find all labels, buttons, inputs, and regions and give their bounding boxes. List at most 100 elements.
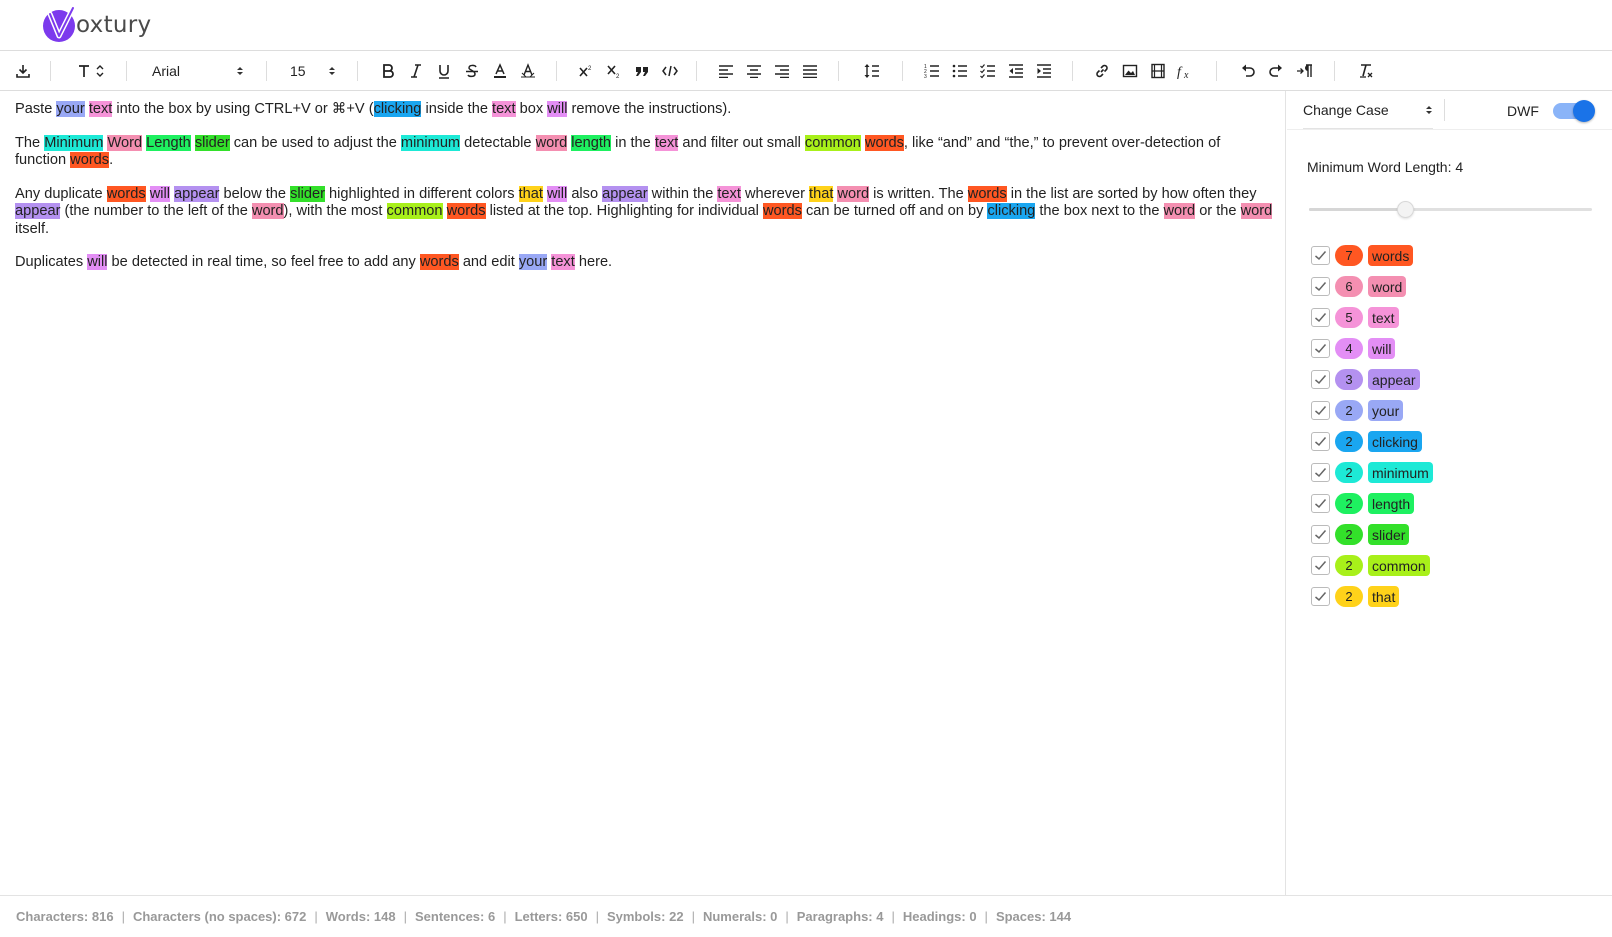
highlighted-word[interactable]: will [87,254,108,270]
checklist-icon[interactable] [978,51,998,90]
highlighted-word[interactable]: text [717,185,741,202]
highlighted-word[interactable]: will [546,185,568,202]
highlighted-word[interactable]: will [149,185,170,202]
word-list-item[interactable]: 7 words [1311,240,1433,271]
bullet-list-icon[interactable] [950,51,970,90]
highlighted-word[interactable]: appear [15,203,61,219]
highlighted-word[interactable]: slider [194,134,230,151]
word-list-item[interactable]: 2 common [1311,550,1433,581]
highlighted-word[interactable]: Minimum [44,134,104,151]
word-checkbox[interactable] [1311,277,1330,296]
highlighted-word[interactable]: minimum [400,134,461,151]
word-checkbox[interactable] [1311,370,1330,389]
word-chip[interactable]: that [1368,586,1400,607]
highlighted-word[interactable]: clicking [373,101,422,117]
word-checkbox[interactable] [1311,463,1330,482]
align-center-icon[interactable] [744,51,764,90]
highlighted-word[interactable]: text [492,101,516,117]
highlighted-word[interactable]: slider [290,185,325,202]
word-list-item[interactable]: 3 appear [1311,364,1433,395]
line-spacing-icon[interactable] [862,51,882,90]
word-list-item[interactable]: 5 text [1311,302,1433,333]
highlighted-word[interactable]: word [1163,203,1196,219]
outdent-icon[interactable] [1006,51,1026,90]
highlighted-word[interactable]: words [967,185,1007,202]
highlighted-word[interactable]: word [837,185,870,202]
word-list-item[interactable]: 2 minimum [1311,457,1433,488]
word-checkbox[interactable] [1311,339,1330,358]
highlighted-word[interactable]: that [518,185,543,202]
highlighted-word[interactable]: words [864,134,904,151]
formula-icon[interactable]: fx [1176,51,1196,90]
highlighted-word[interactable]: text [88,101,113,117]
word-checkbox[interactable] [1311,401,1330,420]
word-chip[interactable]: word [1368,276,1407,297]
min-word-length-slider[interactable] [1309,201,1592,218]
code-icon[interactable] [660,51,680,90]
download-icon[interactable] [12,51,34,90]
highlighted-word[interactable]: length [571,134,612,151]
word-chip[interactable]: words [1368,245,1414,266]
highlight-icon[interactable] [518,51,538,90]
superscript-icon[interactable]: 2 [576,51,596,90]
highlighted-word[interactable]: words [446,203,486,219]
word-chip[interactable]: appear [1368,369,1420,390]
highlighted-word[interactable]: words [419,254,459,270]
font-color-icon[interactable] [490,51,510,90]
highlighted-word[interactable]: words [762,203,802,219]
word-list-item[interactable]: 2 clicking [1311,426,1433,457]
font-family-select[interactable]: Arial [152,51,244,90]
highlighted-word[interactable]: your [56,101,85,117]
strikethrough-icon[interactable] [462,51,482,90]
underline-icon[interactable] [434,51,454,90]
text-style-dropdown[interactable] [76,51,108,90]
change-case-select[interactable]: Change Case [1303,91,1433,129]
word-list-item[interactable]: 2 your [1311,395,1433,426]
highlighted-word[interactable]: will [547,101,568,117]
highlighted-word[interactable]: common [804,134,861,151]
subscript-icon[interactable]: 2 [604,51,624,90]
highlighted-word[interactable]: words [70,152,110,168]
word-checkbox[interactable] [1311,432,1330,451]
highlighted-word[interactable]: word [535,134,568,151]
word-checkbox[interactable] [1311,525,1330,544]
highlighted-word[interactable]: that [809,185,834,202]
highlighted-word[interactable]: your [518,254,548,270]
word-chip[interactable]: text [1368,307,1399,328]
image-icon[interactable] [1120,51,1140,90]
word-chip[interactable]: clicking [1368,431,1422,452]
highlighted-word[interactable]: common [386,203,443,219]
word-list-item[interactable]: 2 length [1311,488,1433,519]
highlighted-word[interactable]: Word [107,134,143,151]
word-chip[interactable]: will [1368,338,1396,359]
word-list-item[interactable]: 4 will [1311,333,1433,364]
video-icon[interactable] [1148,51,1168,90]
editor-content[interactable]: Paste your text into the box by using CT… [15,101,1275,288]
align-right-icon[interactable] [772,51,792,90]
word-chip[interactable]: common [1368,555,1430,576]
word-checkbox[interactable] [1311,587,1330,606]
link-icon[interactable] [1092,51,1112,90]
highlighted-word[interactable]: appear [602,185,648,202]
clear-format-icon[interactable] [1356,51,1376,90]
highlighted-word[interactable]: text [654,134,679,151]
word-checkbox[interactable] [1311,494,1330,513]
font-size-select[interactable]: 15 [290,51,336,90]
highlighted-word[interactable]: Length [146,134,191,151]
italic-icon[interactable] [406,51,426,90]
bold-icon[interactable] [378,51,398,90]
word-checkbox[interactable] [1311,246,1330,265]
word-checkbox[interactable] [1311,556,1330,575]
word-chip[interactable]: slider [1368,524,1410,545]
indent-icon[interactable] [1034,51,1054,90]
highlighted-word[interactable]: appear [174,185,220,202]
word-list-item[interactable]: 6 word [1311,271,1433,302]
slider-thumb[interactable] [1397,201,1415,218]
undo-icon[interactable] [1238,51,1258,90]
word-list-item[interactable]: 2 that [1311,581,1433,612]
app-logo[interactable]: oxtury [40,6,151,44]
blockquote-icon[interactable] [632,51,652,90]
word-checkbox[interactable] [1311,308,1330,327]
word-chip[interactable]: minimum [1368,462,1433,483]
align-justify-icon[interactable] [800,51,820,90]
